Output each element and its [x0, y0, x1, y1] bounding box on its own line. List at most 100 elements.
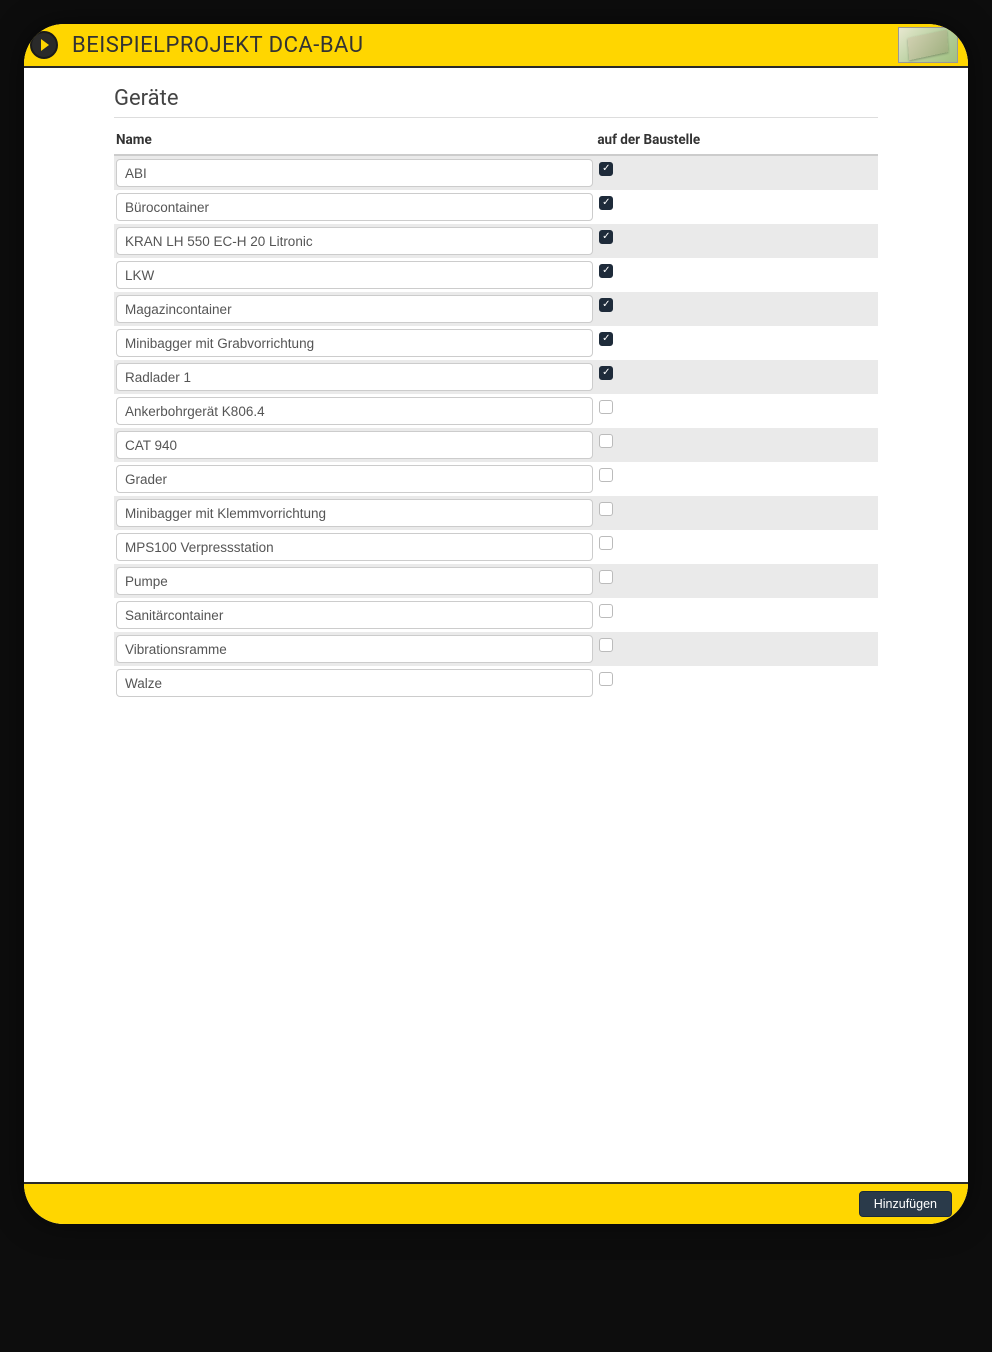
project-title: BEISPIELPROJEKT DCA-BAU	[72, 33, 363, 58]
cell-onsite	[595, 530, 878, 564]
device-name-input[interactable]	[116, 499, 593, 527]
cell-onsite: ✓	[595, 190, 878, 224]
onsite-checkbox[interactable]: ✓	[599, 264, 613, 278]
table-row	[114, 564, 878, 598]
cell-name	[114, 530, 595, 564]
check-mark-icon: ✓	[602, 368, 610, 378]
onsite-checkbox[interactable]	[599, 400, 613, 414]
onsite-checkbox[interactable]	[599, 502, 613, 516]
cell-onsite	[595, 394, 878, 428]
table-row: ✓	[114, 224, 878, 258]
onsite-checkbox[interactable]	[599, 638, 613, 652]
device-name-input[interactable]	[116, 465, 593, 493]
logo-icon	[24, 24, 64, 66]
cell-name	[114, 666, 595, 700]
cell-onsite	[595, 666, 878, 700]
device-name-input[interactable]	[116, 261, 593, 289]
devices-table: Name auf der Baustelle ✓ ✓ ✓ ✓ ✓ ✓ ✓	[114, 130, 878, 700]
device-name-input[interactable]	[116, 363, 593, 391]
table-row: ✓	[114, 190, 878, 224]
onsite-checkbox[interactable]	[599, 434, 613, 448]
device-name-input[interactable]	[116, 533, 593, 561]
cell-name	[114, 598, 595, 632]
project-thumbnail[interactable]	[898, 27, 958, 63]
table-row	[114, 666, 878, 700]
check-mark-icon: ✓	[602, 334, 610, 344]
onsite-checkbox[interactable]: ✓	[599, 298, 613, 312]
footer: Hinzufügen	[24, 1182, 968, 1224]
cell-name	[114, 462, 595, 496]
onsite-checkbox[interactable]: ✓	[599, 366, 613, 380]
onsite-checkbox[interactable]: ✓	[599, 162, 613, 176]
onsite-checkbox[interactable]	[599, 536, 613, 550]
cell-name	[114, 292, 595, 326]
cell-name	[114, 156, 595, 190]
device-name-input[interactable]	[116, 635, 593, 663]
app-window: BEISPIELPROJEKT DCA-BAU Geräte Name auf …	[24, 24, 968, 1224]
cell-onsite: ✓	[595, 156, 878, 190]
cell-name	[114, 360, 595, 394]
table-row	[114, 394, 878, 428]
device-name-input[interactable]	[116, 193, 593, 221]
cell-name	[114, 394, 595, 428]
cell-name	[114, 190, 595, 224]
table-row	[114, 462, 878, 496]
cell-onsite	[595, 496, 878, 530]
onsite-checkbox[interactable]	[599, 604, 613, 618]
onsite-checkbox[interactable]: ✓	[599, 332, 613, 346]
device-name-input[interactable]	[116, 227, 593, 255]
cell-onsite	[595, 564, 878, 598]
cell-onsite: ✓	[595, 326, 878, 360]
check-mark-icon: ✓	[602, 164, 610, 174]
device-name-input[interactable]	[116, 397, 593, 425]
cell-name	[114, 496, 595, 530]
page-title: Geräte	[114, 86, 878, 111]
cell-name	[114, 428, 595, 462]
table-row: ✓	[114, 258, 878, 292]
cell-onsite: ✓	[595, 360, 878, 394]
content-area: Geräte Name auf der Baustelle ✓ ✓ ✓ ✓ ✓ ✓ ✓	[24, 68, 968, 1182]
add-button[interactable]: Hinzufügen	[859, 1191, 952, 1217]
cell-name	[114, 224, 595, 258]
table-row	[114, 496, 878, 530]
table-row	[114, 530, 878, 564]
cell-onsite: ✓	[595, 292, 878, 326]
device-name-input[interactable]	[116, 567, 593, 595]
device-name-input[interactable]	[116, 601, 593, 629]
device-name-input[interactable]	[116, 431, 593, 459]
column-header-onsite: auf der Baustelle	[595, 132, 878, 148]
table-row: ✓	[114, 360, 878, 394]
cell-onsite: ✓	[595, 258, 878, 292]
header: BEISPIELPROJEKT DCA-BAU	[24, 24, 968, 66]
onsite-checkbox[interactable]	[599, 570, 613, 584]
table-row	[114, 598, 878, 632]
device-name-input[interactable]	[116, 159, 593, 187]
cell-name	[114, 258, 595, 292]
onsite-checkbox[interactable]	[599, 672, 613, 686]
table-row	[114, 632, 878, 666]
cell-name	[114, 564, 595, 598]
check-mark-icon: ✓	[602, 232, 610, 242]
onsite-checkbox[interactable]: ✓	[599, 230, 613, 244]
onsite-checkbox[interactable]	[599, 468, 613, 482]
cell-onsite	[595, 462, 878, 496]
title-divider	[114, 117, 878, 118]
device-name-input[interactable]	[116, 669, 593, 697]
cell-onsite: ✓	[595, 224, 878, 258]
check-mark-icon: ✓	[602, 266, 610, 276]
table-row	[114, 428, 878, 462]
cell-name	[114, 326, 595, 360]
check-mark-icon: ✓	[602, 300, 610, 310]
table-row: ✓	[114, 326, 878, 360]
table-row: ✓	[114, 156, 878, 190]
cell-name	[114, 632, 595, 666]
column-header-name: Name	[114, 132, 595, 148]
onsite-checkbox[interactable]: ✓	[599, 196, 613, 210]
cell-onsite	[595, 598, 878, 632]
cell-onsite	[595, 632, 878, 666]
cell-onsite	[595, 428, 878, 462]
device-name-input[interactable]	[116, 295, 593, 323]
table-row: ✓	[114, 292, 878, 326]
check-mark-icon: ✓	[602, 198, 610, 208]
device-name-input[interactable]	[116, 329, 593, 357]
